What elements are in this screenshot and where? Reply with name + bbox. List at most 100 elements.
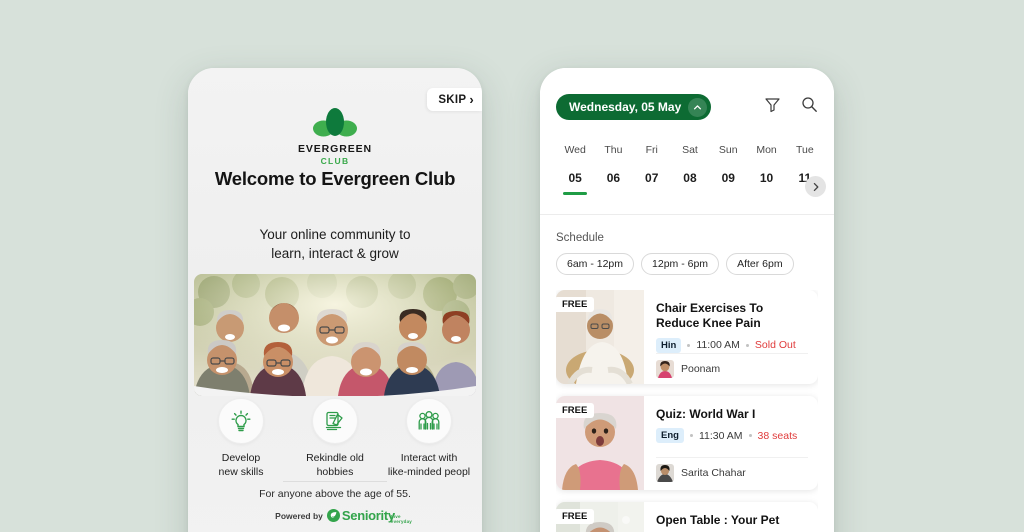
day-number: 10 [759, 171, 774, 185]
day-cell-sun[interactable]: Sun 09 [709, 144, 747, 195]
free-badge: FREE [556, 509, 595, 524]
day-number: 07 [645, 171, 659, 185]
event-thumbnail: FREE [556, 290, 644, 384]
event-list[interactable]: FREE Chair Exercises To Reduce Knee Pain… [556, 290, 818, 532]
avatar [656, 464, 674, 482]
seniority-tagline: Live everyday [390, 514, 413, 524]
day-selected-indicator [563, 192, 588, 195]
separator-dot-icon [687, 343, 691, 347]
onboarding-phone-frame: SKIP › EVERGREEN CLUB Welcome to Evergre… [188, 68, 482, 532]
next-week-arrow-button[interactable] [805, 176, 826, 197]
time-chip-evening[interactable]: After 6pm [726, 253, 794, 275]
event-title: Quiz: World War I [656, 407, 756, 421]
feature-label-line1: Interact with [400, 452, 458, 464]
feature-list: Develop new skills Rekindle old hobbies … [188, 398, 482, 479]
event-thumbnail: FREE [556, 396, 644, 490]
separator-dot-icon [745, 343, 749, 347]
skip-label: SKIP [438, 93, 467, 106]
feature-label-line1: Develop [221, 452, 261, 464]
day-name: Tue [795, 144, 814, 156]
avatar [656, 359, 674, 378]
brand-subname: CLUB [320, 156, 350, 166]
schedule-screen: Wednesday, 05 May Wed 05 Thu 06 Fri 07 S… [540, 68, 834, 532]
feature-rekindle-old-hobbies: Rekindle old hobbies [293, 398, 377, 479]
divider [283, 481, 387, 482]
day-name: Thu [604, 144, 623, 156]
day-name: Wed [564, 144, 586, 156]
event-host: Sarita Chahar [656, 457, 808, 482]
sarita-chahar-avatar-image [656, 464, 674, 482]
feature-label-line2: like-minded peopl [387, 465, 471, 478]
event-title: Chair Exercises To Reduce Knee Pain [656, 301, 764, 331]
filter-funnel-icon[interactable] [764, 96, 781, 118]
event-host: Poonam [656, 352, 808, 378]
poonam-avatar-image [656, 359, 674, 378]
screenshot-stage: SKIP › EVERGREEN CLUB Welcome to Evergre… [0, 0, 1024, 532]
seniority-leaf-icon [326, 509, 340, 522]
time-chip-morning[interactable]: 6am - 12pm [556, 253, 635, 275]
free-badge: FREE [556, 403, 595, 418]
powered-by-label: Powered by [275, 510, 323, 521]
search-glyph [802, 97, 817, 112]
event-thumbnail: FREE [556, 502, 644, 532]
event-card[interactable]: FREE Quiz: World War I Eng 11:30 AM 38 s… [556, 396, 818, 490]
feature-interact-with-like-minded-people: Interact with like-minded peopl [387, 398, 471, 479]
day-number: 06 [606, 171, 621, 185]
event-status: 38 seats [757, 429, 798, 442]
schedule-filters: Schedule 6am - 12pm 12pm - 6pm After 6pm [556, 232, 818, 275]
chevron-up-icon[interactable] [688, 97, 708, 117]
day-cell-fri[interactable]: Fri 07 [633, 144, 671, 195]
feature-label: Rekindle old hobbies [306, 452, 364, 479]
day-name: Sat [682, 144, 698, 156]
feature-icon-wrap [312, 398, 358, 444]
day-row: Wed 05 Thu 06 Fri 07 Sat 08 Sun 09 Mon 1… [556, 144, 824, 195]
event-host-name: Poonam [681, 362, 721, 375]
event-time: 11:30 AM [698, 429, 743, 442]
separator-dot-icon [748, 434, 752, 438]
search-icon[interactable] [801, 96, 818, 118]
event-card[interactable]: FREE Open Table : Your Pet Eng 12:00 PM … [556, 502, 818, 532]
day-name: Mon [756, 144, 777, 156]
event-time: 11:00 AM [696, 339, 740, 352]
day-number: 05 [568, 171, 582, 185]
topbar-actions [764, 96, 818, 118]
event-meta: Eng 11:30 AM 38 seats [656, 428, 808, 444]
day-name: Fri [645, 144, 658, 156]
day-cell-mon[interactable]: Mon 10 [747, 144, 785, 195]
day-selected-indicator [601, 192, 625, 195]
separator-dot-icon [689, 434, 693, 438]
day-selected-indicator [640, 192, 664, 195]
strip-separator [540, 214, 834, 215]
schedule-topbar: Wednesday, 05 May [556, 94, 818, 120]
day-cell-thu[interactable]: Thu 06 [594, 144, 632, 195]
paint-palette-icon [325, 411, 343, 431]
event-details: Chair Exercises To Reduce Knee Pain Hin … [644, 290, 818, 384]
day-cell-wed[interactable]: Wed 05 [556, 144, 594, 195]
age-requirement-note: For anyone above the age of 55. [259, 488, 411, 500]
time-chip-afternoon[interactable]: 12pm - 6pm [641, 253, 720, 275]
event-host-name: Sarita Chahar [681, 467, 746, 479]
seniority-logo: Seniority Live everyday [326, 508, 412, 524]
chevron-right-icon: › [469, 92, 474, 107]
day-cell-sat[interactable]: Sat 08 [671, 144, 709, 195]
date-selector-pill[interactable]: Wednesday, 05 May [556, 94, 712, 120]
seniority-name: Seniority [341, 508, 395, 523]
event-meta: Hin 11:00 AM Sold Out [656, 337, 808, 353]
hero-image [194, 274, 476, 396]
feature-label-line1: Rekindle old [306, 452, 364, 464]
seniors-group-photo [194, 274, 476, 396]
lightbulb-icon [231, 410, 251, 432]
day-strip[interactable]: Wed 05 Thu 06 Fri 07 Sat 08 Sun 09 Mon 1… [556, 144, 826, 197]
chevron-up-glyph [694, 104, 702, 109]
tagline: Your online community to learn, interact… [188, 225, 482, 263]
event-language-badge: Hin [656, 337, 682, 353]
evergreen-leaf-logo-icon [313, 108, 357, 137]
day-number: 08 [683, 171, 697, 185]
event-title: Open Table : Your Pet [656, 513, 780, 527]
day-number: 09 [721, 171, 735, 185]
event-card[interactable]: FREE Chair Exercises To Reduce Knee Pain… [556, 290, 818, 384]
time-chip-row: 6am - 12pm 12pm - 6pm After 6pm [556, 253, 818, 275]
welcome-title: Welcome to Evergreen Club [214, 168, 456, 189]
people-group-icon [418, 411, 440, 430]
free-badge: FREE [556, 297, 595, 312]
